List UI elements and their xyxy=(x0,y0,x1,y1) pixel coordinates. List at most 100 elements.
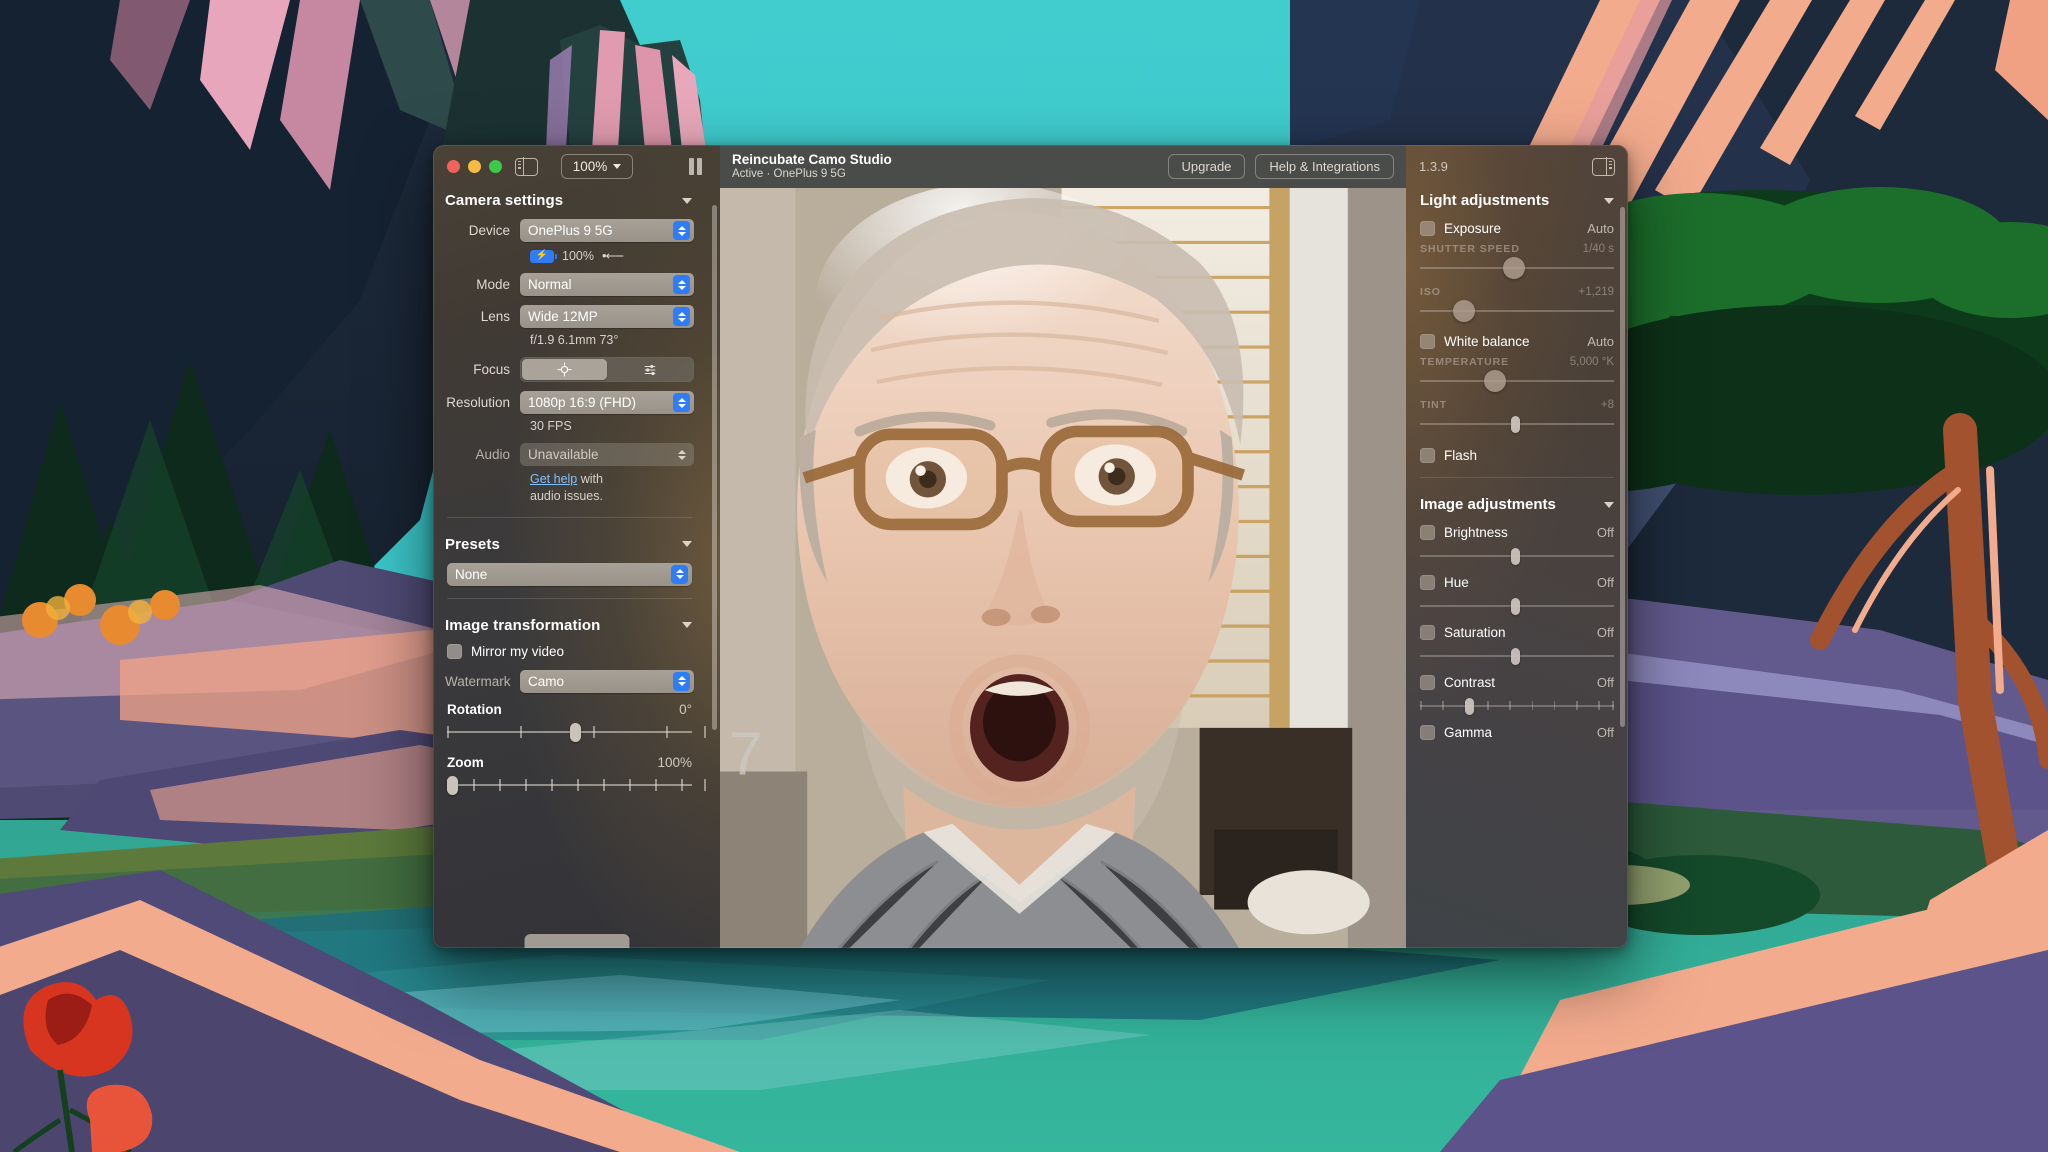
brightness-slider[interactable] xyxy=(1420,545,1614,567)
gamma-row[interactable]: Gamma Off xyxy=(1406,725,1628,740)
audio-help: Get help with audio issues. xyxy=(518,471,706,505)
rotation-value: 0° xyxy=(679,701,692,717)
resolution-value: 1080p 16:9 (FHD) xyxy=(528,395,637,410)
left-sidebar: 100% Camera settings Device OnePlus 9 5G xyxy=(433,145,720,948)
rotation-slider-knob[interactable] xyxy=(570,722,581,742)
camera-settings-header[interactable]: Camera settings xyxy=(433,188,706,219)
shutter-speed-slider[interactable] xyxy=(1420,257,1614,279)
exposure-checkbox[interactable] xyxy=(1420,221,1435,236)
inspector-panel: 1.3.9 Light adjustments Exposure Auto SH… xyxy=(1406,145,1628,948)
contrast-checkbox[interactable] xyxy=(1420,675,1435,690)
hue-checkbox[interactable] xyxy=(1420,575,1435,590)
hue-knob[interactable] xyxy=(1511,598,1521,615)
sidebar-left-icon[interactable] xyxy=(515,156,538,177)
hue-row[interactable]: Hue Off xyxy=(1406,575,1628,590)
lens-select[interactable]: Wide 12MP xyxy=(520,305,694,328)
stepper-icon xyxy=(673,307,690,326)
sidebar-right-icon[interactable] xyxy=(1592,157,1615,176)
zoom-slider-knob[interactable] xyxy=(447,775,458,795)
app-title: Reincubate Camo Studio xyxy=(732,152,892,168)
iso-value: +1,219 xyxy=(1578,286,1615,298)
minimize-button[interactable] xyxy=(468,160,481,173)
audio-label: Audio xyxy=(475,447,510,462)
zoom-slider[interactable] xyxy=(433,775,706,795)
tint-slider[interactable] xyxy=(1420,413,1614,435)
focus-label: Focus xyxy=(473,362,510,377)
get-help-link[interactable]: Get help xyxy=(530,472,577,486)
upgrade-button[interactable]: Upgrade xyxy=(1167,154,1246,179)
zoom-level-dropdown[interactable]: 100% xyxy=(561,154,633,179)
flash-row[interactable]: Flash xyxy=(1406,448,1628,463)
stepper-icon xyxy=(673,221,690,240)
mirror-video-checkbox[interactable] xyxy=(447,643,462,659)
saturation-slider[interactable] xyxy=(1420,645,1614,667)
resolution-select[interactable]: 1080p 16:9 (FHD) xyxy=(520,391,694,414)
temperature-knob[interactable] xyxy=(1484,370,1507,392)
saturation-label: Saturation xyxy=(1444,625,1506,640)
presets-header[interactable]: Presets xyxy=(433,532,706,563)
battery-charging-icon: ⚡ xyxy=(530,249,557,263)
focus-target-icon[interactable] xyxy=(522,359,607,380)
temperature-label: TEMPERATURE xyxy=(1420,356,1510,368)
temperature-row: TEMPERATURE 5,000 °K xyxy=(1406,356,1628,368)
pause-icon[interactable] xyxy=(688,158,702,175)
contrast-row[interactable]: Contrast Off xyxy=(1406,675,1628,690)
divider xyxy=(1420,477,1614,478)
shutter-speed-knob[interactable] xyxy=(1503,257,1526,279)
resolution-label: Resolution xyxy=(446,395,510,410)
lens-value: Wide 12MP xyxy=(528,309,598,324)
iso-slider[interactable] xyxy=(1420,300,1614,322)
mode-value: Normal xyxy=(528,277,572,292)
audio-select[interactable]: Unavailable xyxy=(520,443,694,466)
video-preview[interactable]: 7 xyxy=(720,188,1406,948)
contrast-knob[interactable] xyxy=(1464,698,1474,715)
flash-checkbox[interactable] xyxy=(1420,448,1435,463)
zoom-header: Zoom 100% xyxy=(433,755,706,770)
iso-label: ISO xyxy=(1420,286,1441,298)
mirror-video-row[interactable]: Mirror my video xyxy=(433,643,706,659)
zoom-label: Zoom xyxy=(447,754,484,770)
tint-knob[interactable] xyxy=(1511,416,1521,433)
presets-select[interactable]: None xyxy=(447,562,692,586)
saturation-row[interactable]: Saturation Off xyxy=(1406,625,1628,640)
white-balance-checkbox[interactable] xyxy=(1420,334,1435,349)
slider-track xyxy=(1420,380,1614,382)
light-adjustments-header[interactable]: Light adjustments xyxy=(1406,188,1628,221)
brightness-knob[interactable] xyxy=(1511,548,1521,565)
shutter-speed-row: SHUTTER SPEED 1/40 s xyxy=(1406,243,1628,255)
device-row: Device OnePlus 9 5G xyxy=(433,219,706,242)
exposure-value: Auto xyxy=(1587,221,1614,236)
lens-spec: f/1.9 6.1mm 73° xyxy=(530,333,619,347)
hue-slider[interactable] xyxy=(1420,595,1614,617)
stepper-icon xyxy=(673,275,690,294)
gamma-value: Off xyxy=(1596,725,1614,740)
temperature-slider[interactable] xyxy=(1420,370,1614,392)
flash-label: Flash xyxy=(1444,448,1478,463)
gamma-checkbox[interactable] xyxy=(1420,725,1435,740)
image-transformation-header[interactable]: Image transformation xyxy=(433,613,706,644)
contrast-slider[interactable] xyxy=(1420,695,1614,717)
help-integrations-button[interactable]: Help & Integrations xyxy=(1255,154,1394,179)
brightness-row[interactable]: Brightness Off xyxy=(1406,525,1628,540)
brightness-checkbox[interactable] xyxy=(1420,525,1435,540)
zoom-button[interactable] xyxy=(489,160,502,173)
iso-knob[interactable] xyxy=(1452,300,1475,322)
image-adjustments-header[interactable]: Image adjustments xyxy=(1406,492,1628,525)
watermark-select[interactable]: Camo xyxy=(520,669,694,693)
inspector-scrollbar[interactable] xyxy=(1620,207,1625,727)
focus-sliders-icon[interactable] xyxy=(607,359,692,380)
saturation-checkbox[interactable] xyxy=(1420,625,1435,640)
contrast-label: Contrast xyxy=(1444,675,1496,690)
mode-select[interactable]: Normal xyxy=(520,273,694,296)
exposure-row[interactable]: Exposure Auto xyxy=(1406,221,1628,236)
sidebar-scrollbar[interactable] xyxy=(712,205,717,730)
saturation-knob[interactable] xyxy=(1511,648,1521,665)
sidebar-bottom-button[interactable] xyxy=(524,934,629,948)
slider-track xyxy=(1420,705,1614,707)
rotation-header: Rotation 0° xyxy=(433,702,706,717)
device-select[interactable]: OnePlus 9 5G xyxy=(520,219,694,242)
close-button[interactable] xyxy=(447,160,460,173)
white-balance-row[interactable]: White balance Auto xyxy=(1406,334,1628,349)
mode-row: Mode Normal xyxy=(433,273,706,296)
rotation-slider[interactable] xyxy=(433,722,706,742)
